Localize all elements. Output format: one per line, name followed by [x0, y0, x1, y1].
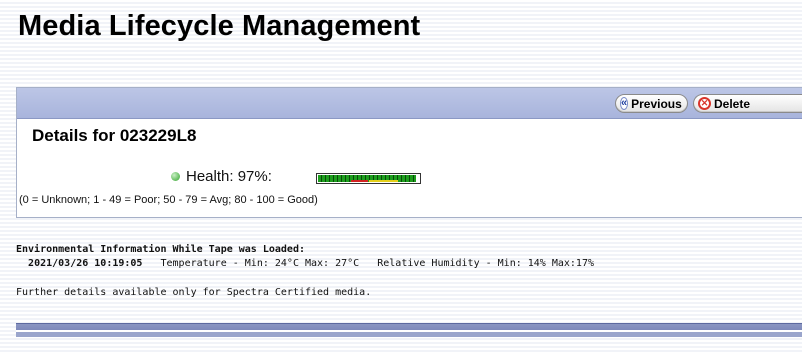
- delete-button[interactable]: ✕ Delete: [693, 94, 802, 113]
- delete-button-label: Delete: [714, 96, 751, 111]
- environment-timestamp: 2021/03/26 10:19:05: [28, 258, 143, 269]
- environment-reading-row: 2021/03/26 10:19:05 Temperature - Min: 2…: [16, 258, 594, 269]
- panel-toolbar: « Previous ✕ Delete: [17, 88, 802, 119]
- previous-button-label: Previous: [631, 96, 682, 111]
- health-label: Health: 97%:: [186, 168, 272, 185]
- environment-heading: Environmental Information While Tape was…: [16, 244, 305, 255]
- delete-icon: ✕: [698, 97, 711, 110]
- status-ok-icon: [171, 172, 180, 181]
- environment-humidity: Relative Humidity - Min: 14% Max:17%: [377, 258, 594, 269]
- footer-bar: [16, 323, 802, 337]
- health-status: Health: 97%:: [171, 168, 272, 185]
- health-band-avg: [368, 180, 398, 182]
- environment-note: Further details available only for Spect…: [16, 287, 372, 298]
- environment-info: Environmental Information While Tape was…: [16, 244, 594, 298]
- details-panel: « Previous ✕ Delete Details for 023229L8…: [16, 87, 802, 218]
- page-title: Media Lifecycle Management: [18, 10, 421, 42]
- health-scale-legend: (0 = Unknown; 1 - 49 = Poor; 50 - 79 = A…: [19, 194, 318, 206]
- environment-temperature: Temperature - Min: 24°C Max: 27°C: [160, 258, 360, 269]
- details-heading: Details for 023229L8: [32, 126, 197, 145]
- previous-button[interactable]: « Previous: [615, 94, 688, 113]
- health-meter: [316, 173, 421, 184]
- health-band-poor: [351, 180, 369, 182]
- chevron-left-double-icon: «: [620, 97, 629, 110]
